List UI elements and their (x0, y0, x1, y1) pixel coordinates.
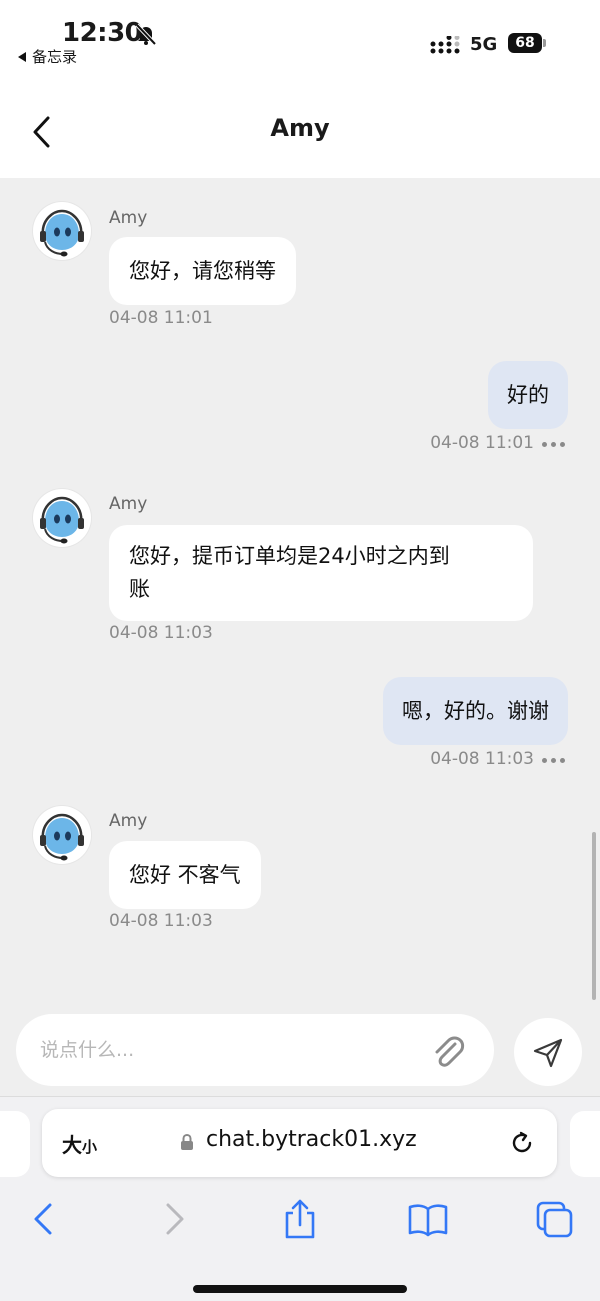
browser-chrome: 大小 chat.bytrack01.xyz (0, 1096, 600, 1301)
forward-icon[interactable] (152, 1197, 196, 1241)
battery-level: 68 (508, 33, 542, 53)
incoming-message-bubble: 您好，请您稍等 (109, 237, 296, 305)
agent-avatar (33, 489, 91, 547)
message-text: 嗯，好的。谢谢 (402, 698, 549, 723)
send-icon (533, 1038, 563, 1068)
message-timestamp: 04-08 11:01 (109, 308, 213, 328)
next-tab-preview[interactable] (570, 1111, 600, 1177)
network-type: 5G (470, 34, 498, 55)
text-size-big-label: 大 (62, 1133, 82, 1157)
message-text: 您好，请您稍等 (129, 258, 276, 283)
signal-icon (430, 36, 460, 54)
outgoing-message-bubble: 嗯，好的。谢谢 (383, 677, 568, 745)
previous-tab-preview[interactable] (0, 1111, 30, 1177)
send-button[interactable] (514, 1018, 582, 1086)
outgoing-message-bubble: 好的 (488, 361, 568, 429)
tabs-icon[interactable] (532, 1197, 576, 1241)
page-title: Amy (270, 114, 330, 142)
lock-icon (181, 1133, 193, 1150)
status-time: 12:30 (62, 18, 143, 48)
status-bar: 12:30 备忘录 5G 68 (0, 0, 600, 72)
message-text: 账 (129, 577, 150, 601)
message-timestamp: 04-08 11:03 (109, 623, 213, 643)
more-options-icon[interactable] (542, 442, 566, 448)
agent-avatar (33, 202, 91, 260)
battery-cap (543, 39, 546, 47)
message-sender: Amy (109, 494, 148, 514)
chat-message-list[interactable]: Amy 您好，请您稍等 04-08 11:01 好的 04-08 11:01 A… (0, 178, 600, 1008)
support-mascot-icon (40, 209, 84, 257)
message-input[interactable] (40, 1032, 420, 1068)
bookmarks-icon[interactable] (406, 1197, 450, 1241)
paperclip-icon[interactable] (428, 1032, 466, 1070)
back-to-app-link[interactable]: 备忘录 (18, 46, 77, 67)
support-mascot-icon (40, 496, 84, 544)
message-sender: Amy (109, 811, 148, 831)
agent-avatar (33, 806, 91, 864)
back-app-label: 备忘录 (32, 48, 78, 66)
more-options-icon[interactable] (542, 758, 566, 764)
chat-header: Amy (0, 72, 600, 178)
incoming-message-bubble: 您好 不客气 (109, 841, 261, 909)
back-triangle-icon (18, 51, 26, 62)
message-text: 您好 不客气 (129, 862, 241, 887)
message-text: 您好，提币订单均是24小时之内到 (129, 544, 450, 568)
text-size-button[interactable]: 大小 (62, 1129, 97, 1158)
share-icon[interactable] (278, 1197, 322, 1241)
support-mascot-icon (40, 813, 84, 861)
message-input-container (16, 1014, 494, 1086)
message-timestamp: 04-08 11:03 (109, 911, 213, 931)
message-text: 好的 (507, 382, 549, 407)
home-indicator[interactable] (193, 1285, 407, 1293)
message-timestamp: 04-08 11:03 (430, 749, 534, 769)
message-sender: Amy (109, 208, 148, 228)
message-timestamp: 04-08 11:01 (430, 433, 534, 453)
chat-scrollbar[interactable] (592, 832, 596, 1000)
text-size-small-label: 小 (82, 1138, 98, 1156)
incoming-message-bubble: 您好，提币订单均是24小时之内到 账 (109, 525, 533, 621)
url-text: chat.bytrack01.xyz (206, 1127, 417, 1152)
back-icon[interactable] (22, 1197, 66, 1241)
address-bar[interactable]: 大小 chat.bytrack01.xyz (42, 1109, 557, 1177)
bell-slash-icon (135, 23, 157, 46)
reload-icon[interactable] (508, 1129, 536, 1157)
